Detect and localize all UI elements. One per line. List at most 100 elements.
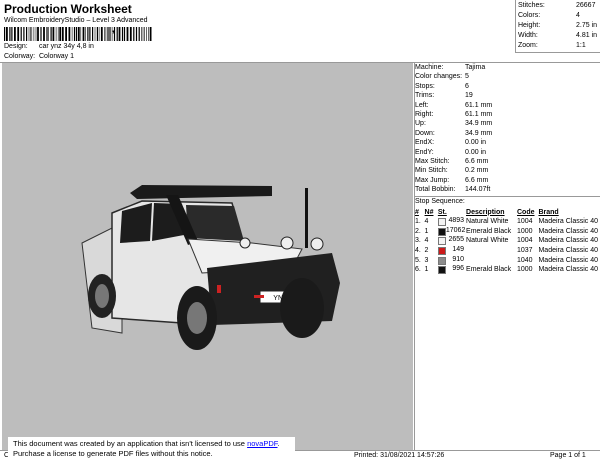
needle-number: 2 bbox=[424, 247, 429, 255]
stat-label: Stitches: bbox=[518, 2, 545, 9]
machine-info-row: EndY: 0.00 in bbox=[415, 148, 486, 156]
page-title: Production Worksheet bbox=[4, 2, 132, 16]
needle-number: 4 bbox=[424, 237, 429, 245]
machine-info-row: Machine: Tajima bbox=[415, 64, 485, 71]
stop-number: 3. bbox=[415, 237, 421, 245]
machine-info-row: Right: 61.1 mm bbox=[415, 111, 492, 118]
machine-info-value: 5 bbox=[465, 73, 469, 81]
thread-code: 1004 bbox=[516, 218, 533, 226]
machine-info-row: Trims: 19 bbox=[415, 92, 473, 100]
col-header-description: Description bbox=[466, 208, 505, 216]
notice-line-2: Purchase a license to generate PDF files… bbox=[13, 449, 213, 458]
machine-info-label: Up: bbox=[415, 120, 426, 128]
machine-info-value: 61.1 mm bbox=[465, 101, 493, 109]
stat-zoom: Zoom: 1:1 bbox=[518, 42, 586, 49]
table-row: 6. 1 996 Emerald Black 1000 Madeira Classic 4… bbox=[415, 265, 600, 275]
thread-description: Emerald Black bbox=[466, 227, 512, 235]
needle-number: 1 bbox=[424, 266, 429, 274]
thread-code: 1004 bbox=[516, 237, 533, 245]
colorway-value: Colorway 1 bbox=[39, 53, 75, 60]
license-notice: This document was created by an applicat… bbox=[8, 437, 295, 461]
thread-color-swatch bbox=[437, 247, 446, 256]
barcode bbox=[4, 27, 152, 41]
machine-info-label: Total Bobbin: bbox=[415, 186, 456, 194]
thread-color-swatch bbox=[437, 266, 446, 275]
truck-embroidery-image: YNZ 34Y bbox=[81, 185, 340, 350]
machine-info-row: Down: 34.9 mm bbox=[415, 130, 492, 137]
machine-info-row: Min Stitch: 0.2 mm bbox=[415, 167, 488, 175]
stitch-count: 149 bbox=[452, 246, 465, 254]
barcode-mark: , bbox=[112, 24, 115, 35]
thread-brand: Madeira Classic 40 bbox=[538, 247, 598, 255]
table-row: 5. 3 910 1040 Madeira Classic 40 bbox=[415, 255, 600, 265]
thread-description: Natural White bbox=[466, 218, 509, 226]
machine-info-label: Max Jump: bbox=[415, 176, 450, 184]
stitch-count: 910 bbox=[452, 255, 465, 263]
stat-width: Width: 4.81 in bbox=[518, 32, 597, 39]
machine-info-value: Tajima bbox=[465, 64, 486, 71]
stop-number: 1. bbox=[415, 218, 421, 226]
stitch-count: 2655 bbox=[448, 236, 465, 244]
novapdf-link[interactable]: novaPDF bbox=[247, 439, 277, 448]
machine-info-value: 6 bbox=[465, 82, 469, 90]
stop-number: 2. bbox=[415, 227, 421, 235]
machine-info-value: 19 bbox=[465, 92, 473, 100]
thread-brand: Madeira Classic 40 bbox=[538, 227, 598, 235]
machine-info-label: Color changes: bbox=[415, 73, 463, 81]
needle-number: 4 bbox=[424, 218, 429, 226]
table-row: 1. 4 4893 Natural White 1004 Madeira Classic … bbox=[415, 217, 600, 227]
col-header-number: # bbox=[415, 208, 419, 216]
stitch-count-cell: 149 bbox=[437, 246, 466, 256]
thread-brand: Madeira Classic 40 bbox=[538, 256, 598, 264]
design-value: car ynz 34y 4,8 in bbox=[39, 43, 94, 50]
thread-description bbox=[466, 255, 517, 265]
machine-info-value: 144.07ft bbox=[465, 186, 491, 194]
machine-info-row: EndX: 0.00 in bbox=[415, 139, 486, 146]
stop-number: 4. bbox=[415, 247, 421, 255]
stat-stitches: Stitches: 26667 bbox=[518, 2, 595, 9]
thread-brand: Madeira Classic 40 bbox=[538, 218, 598, 226]
stitch-count-cell: 17062 bbox=[437, 226, 466, 237]
stop-sequence-title: Stop Sequence: bbox=[415, 198, 465, 205]
stat-label: Colors: bbox=[518, 12, 541, 19]
stitch-count-cell: 4893 bbox=[437, 217, 466, 227]
notice-text: This document was created by an applicat… bbox=[13, 439, 248, 448]
stitch-count: 17062 bbox=[445, 226, 466, 234]
machine-info-label: EndY: bbox=[415, 148, 434, 156]
stat-label: Width: bbox=[518, 32, 538, 39]
table-row: 2. 1 17062 Emerald Black 1000 Madeira Classic… bbox=[415, 227, 600, 237]
machine-info-row: Left: 61.1 mm bbox=[415, 101, 492, 109]
machine-info-label: Trims: bbox=[415, 92, 435, 100]
thread-color-swatch bbox=[437, 256, 446, 265]
section-divider bbox=[414, 196, 600, 197]
stop-number: 6. bbox=[415, 266, 421, 274]
stitch-count-cell: 2655 bbox=[437, 236, 466, 246]
machine-info-value: 34.9 mm bbox=[465, 129, 493, 137]
machine-info-row: Color changes: 5 bbox=[415, 73, 469, 81]
machine-info-value: 61.1 mm bbox=[465, 111, 493, 118]
thread-description bbox=[466, 246, 517, 256]
machine-info-label: Min Stitch: bbox=[415, 167, 448, 175]
machine-info-row: Max Jump: 6.6 mm bbox=[415, 176, 488, 184]
machine-info-label: Right: bbox=[415, 111, 434, 118]
design-label: Design: bbox=[4, 43, 28, 50]
colorway-label: Colorway: bbox=[4, 53, 36, 60]
thread-brand: Madeira Classic 40 bbox=[538, 266, 598, 274]
stat-value: 2.75 in bbox=[576, 22, 598, 29]
table-row: 3. 4 2655 Natural White 1004 Madeira Classic … bbox=[415, 236, 600, 246]
thread-code: 1037 bbox=[516, 247, 533, 255]
machine-info-row: Stops: 6 bbox=[415, 83, 469, 90]
thread-color-swatch bbox=[437, 237, 446, 246]
machine-info-row: Up: 34.9 mm bbox=[415, 120, 492, 128]
thread-code: 1000 bbox=[516, 266, 533, 274]
stat-height: Height: 2.75 in bbox=[518, 22, 598, 29]
col-header-stitches: St. bbox=[437, 208, 447, 216]
design-preview: YNZ 34Y bbox=[2, 63, 413, 451]
design-stats-box: Stitches: 26667 Colors: 4 Height: 2.75 in W… bbox=[515, 0, 600, 53]
stop-number: 5. bbox=[415, 256, 421, 264]
machine-info-label: Left: bbox=[415, 101, 429, 109]
colorway-line: Colorway: Colorway 1 bbox=[4, 53, 74, 60]
stat-label: Zoom: bbox=[518, 42, 538, 49]
software-subtitle: Wilcom EmbroideryStudio – Level 3 Advanc… bbox=[4, 17, 148, 24]
needle-number: 1 bbox=[424, 227, 429, 235]
